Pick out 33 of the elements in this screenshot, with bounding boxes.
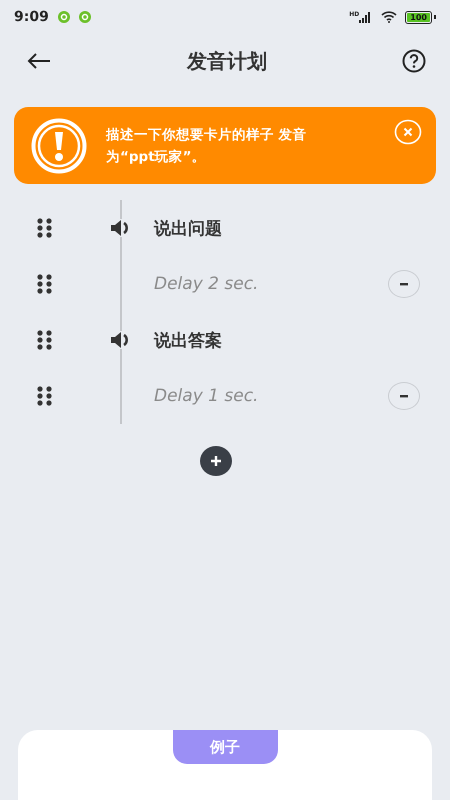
add-step-button[interactable] bbox=[200, 446, 232, 476]
drag-handle[interactable] bbox=[36, 218, 54, 238]
page-title: 发音计划 bbox=[186, 48, 268, 74]
minus-icon bbox=[400, 394, 408, 398]
drag-handle[interactable] bbox=[36, 330, 54, 350]
battery-icon: 100 bbox=[405, 10, 432, 24]
back-arrow-icon bbox=[26, 52, 52, 70]
plus-icon bbox=[211, 456, 221, 466]
example-tab[interactable]: 例子 bbox=[172, 730, 278, 764]
help-button[interactable] bbox=[402, 49, 426, 73]
app-notification-icon bbox=[56, 10, 71, 24]
drag-handle-icon bbox=[36, 274, 54, 294]
clock-time: 9:09 bbox=[14, 9, 49, 25]
signal-icon bbox=[359, 12, 372, 22]
app-notification-icon bbox=[78, 10, 92, 24]
back-button[interactable] bbox=[26, 52, 52, 70]
drag-handle-icon bbox=[36, 330, 54, 350]
drag-handle-icon bbox=[36, 218, 54, 238]
remove-button[interactable] bbox=[388, 270, 420, 298]
step-label: 说出答案 bbox=[154, 330, 223, 352]
drag-handle[interactable] bbox=[36, 274, 54, 294]
exclamation-icon bbox=[31, 118, 87, 174]
step-label: 说出问题 bbox=[154, 218, 223, 240]
delay-label: Delay 2 sec. bbox=[154, 274, 260, 294]
close-icon bbox=[394, 119, 422, 145]
remove-button[interactable] bbox=[388, 382, 420, 410]
delay-label: Delay 1 sec. bbox=[154, 386, 260, 406]
drag-handle[interactable] bbox=[36, 386, 54, 406]
wifi-icon bbox=[381, 11, 398, 23]
minus-icon bbox=[400, 282, 408, 286]
alert-message: 描述一下你想要卡片的样子 发音为“ppt玩家”。 bbox=[106, 126, 308, 167]
help-icon bbox=[402, 49, 426, 73]
drag-handle-icon bbox=[36, 386, 54, 406]
